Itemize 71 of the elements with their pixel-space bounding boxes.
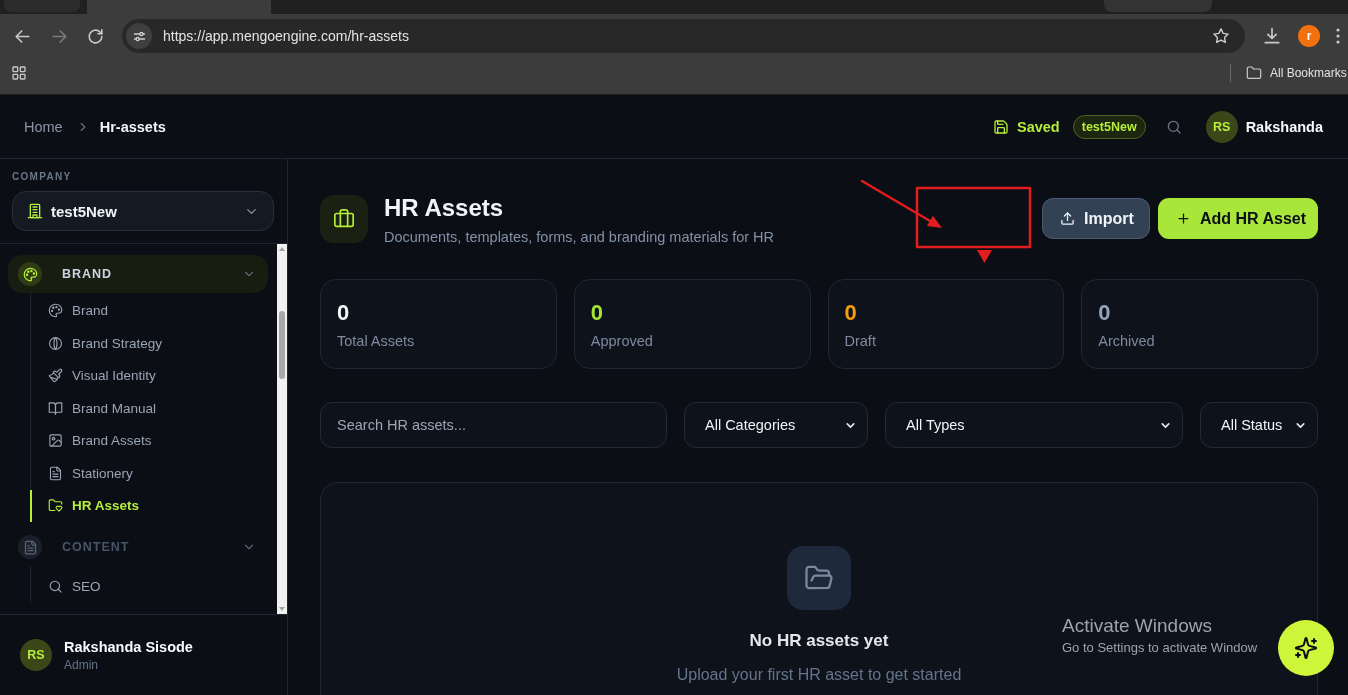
url-text: https://app.mengoengine.com/hr-assets bbox=[163, 28, 409, 44]
stat-value: 0 bbox=[1098, 300, 1111, 326]
stat-value: 0 bbox=[337, 300, 350, 326]
nav-item[interactable]: Brand Strategy bbox=[30, 327, 268, 360]
folder-open-icon bbox=[787, 546, 851, 610]
more-menu-icon[interactable] bbox=[1336, 28, 1340, 44]
stat-label: Draft bbox=[844, 332, 876, 350]
nav-item[interactable]: Visual Identity bbox=[30, 359, 268, 392]
breadcrumb-link[interactable]: Home bbox=[24, 118, 63, 135]
empty-state-title: No HR assets yet bbox=[749, 630, 889, 652]
plus-icon bbox=[1176, 211, 1191, 226]
palette-icon bbox=[48, 303, 63, 319]
filter-select[interactable]: All Categories bbox=[684, 402, 868, 448]
filter-select[interactable]: All Types bbox=[885, 402, 1183, 448]
filter-select[interactable]: All Status bbox=[1200, 402, 1318, 448]
workspace-badge: test5New bbox=[1072, 114, 1146, 139]
stat-label: Archived bbox=[1098, 332, 1155, 350]
nav-item[interactable]: SEO bbox=[30, 570, 268, 603]
search-icon bbox=[48, 578, 63, 594]
palette-icon bbox=[18, 262, 42, 286]
activation-notice-message: Go to Settings to activate Window bbox=[1062, 639, 1258, 657]
primary-action-button[interactable]: Add HR Asset bbox=[1158, 198, 1318, 239]
user-avatar[interactable]: RS bbox=[1205, 110, 1238, 143]
nav-item[interactable]: Brand bbox=[30, 294, 268, 327]
save-status: Saved bbox=[1017, 118, 1060, 135]
stat-value: 0 bbox=[844, 300, 857, 326]
address-bar[interactable]: https://app.mengoengine.com/hr-assets bbox=[122, 19, 1245, 53]
split-circle-icon bbox=[48, 335, 63, 351]
all-bookmarks-link[interactable]: All Bookmarks bbox=[1270, 66, 1347, 80]
nav-item[interactable]: Brand Assets bbox=[30, 424, 268, 457]
user-avatar[interactable]: RS bbox=[20, 639, 52, 671]
secondary-action-button[interactable]: Import bbox=[1042, 198, 1150, 239]
folder-heart-icon bbox=[48, 498, 63, 514]
search-field[interactable]: Search HR assets... bbox=[320, 402, 667, 448]
upload-icon bbox=[1060, 211, 1075, 226]
breadcrumb-link[interactable]: Hr-assets bbox=[99, 118, 166, 135]
scrollbar-thumb[interactable] bbox=[279, 311, 285, 379]
page-subtitle: Documents, templates, forms, and branding materials for HR bbox=[384, 228, 775, 247]
paintbrush-icon bbox=[48, 368, 63, 384]
save-icon bbox=[993, 118, 1009, 135]
download-icon[interactable] bbox=[1262, 26, 1282, 46]
page-title: HR Assets bbox=[384, 195, 505, 221]
empty-state-message: Upload your first HR asset to get started bbox=[676, 665, 962, 685]
scrollbar[interactable] bbox=[277, 244, 287, 614]
activation-notice-title: Activate Windows bbox=[1062, 614, 1213, 638]
reload-icon[interactable] bbox=[86, 26, 105, 46]
document-icon bbox=[48, 465, 63, 481]
open-book-icon bbox=[48, 400, 63, 416]
nav-group-header[interactable]: BRAND bbox=[8, 255, 268, 293]
triangle-pointer-icon bbox=[977, 250, 992, 263]
stat-label: Approved bbox=[590, 332, 653, 350]
bookmark-star-icon[interactable] bbox=[1212, 27, 1230, 45]
building-icon bbox=[27, 203, 43, 219]
section-label: COMPANY bbox=[12, 171, 73, 183]
nav-item[interactable]: Stationery bbox=[30, 457, 268, 490]
user-name: Rakshanda Sisode bbox=[64, 637, 193, 656]
folder-icon[interactable] bbox=[1246, 65, 1262, 81]
nav-item[interactable]: HR Assets bbox=[30, 489, 268, 522]
stat-value: 0 bbox=[590, 300, 603, 326]
company-select[interactable]: test5New bbox=[12, 191, 274, 231]
sparkles-icon bbox=[1294, 636, 1318, 660]
apps-grid-icon[interactable] bbox=[11, 65, 27, 81]
search-icon[interactable] bbox=[1165, 118, 1182, 135]
user-name[interactable]: Rakshanda bbox=[1245, 118, 1323, 135]
site-settings-icon[interactable] bbox=[126, 23, 152, 49]
user-role: Admin bbox=[64, 656, 99, 673]
stat-label: Total Assets bbox=[337, 332, 415, 350]
nav-item[interactable]: Brand Manual bbox=[30, 392, 268, 425]
document-icon bbox=[18, 535, 42, 559]
image-icon bbox=[48, 433, 63, 449]
briefcase-icon bbox=[320, 195, 368, 243]
